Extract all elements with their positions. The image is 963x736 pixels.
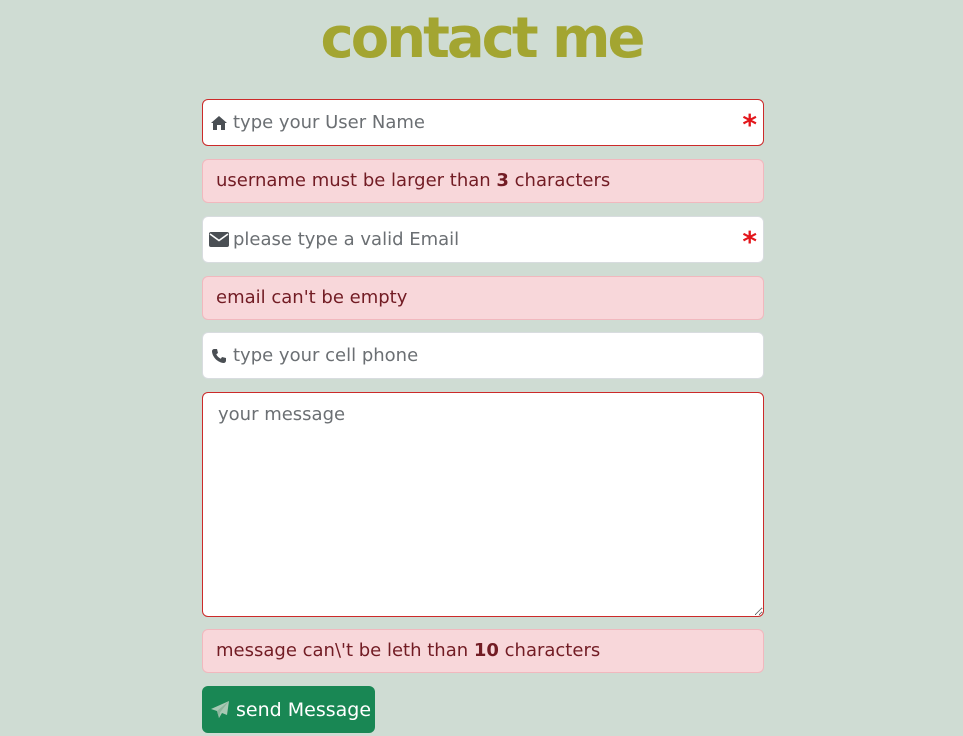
phone-field[interactable] bbox=[202, 332, 764, 379]
error-number: 10 bbox=[473, 640, 499, 661]
paper-plane-icon bbox=[210, 699, 232, 721]
email-field[interactable]: * bbox=[202, 216, 764, 263]
error-text: characters bbox=[498, 640, 601, 661]
username-error: username must be larger than 3 character… bbox=[202, 159, 764, 203]
required-indicator: * bbox=[742, 224, 757, 258]
home-icon bbox=[209, 113, 229, 133]
error-text: username must be larger than bbox=[216, 170, 497, 191]
email-input[interactable] bbox=[233, 217, 733, 262]
envelope-icon bbox=[209, 230, 229, 250]
page-title: contact me bbox=[320, 6, 646, 71]
username-field[interactable]: * bbox=[202, 99, 764, 146]
error-text: characters bbox=[508, 170, 611, 191]
error-number: 3 bbox=[496, 170, 509, 191]
error-text: message can\'t be leth than bbox=[216, 640, 474, 661]
send-message-button[interactable]: send Message bbox=[202, 686, 375, 733]
error-text: email can't be empty bbox=[216, 287, 408, 308]
required-indicator: * bbox=[742, 107, 757, 141]
phone-icon bbox=[209, 346, 229, 366]
email-error: email can't be empty bbox=[202, 276, 764, 320]
username-input[interactable] bbox=[233, 100, 733, 145]
message-error: message can\'t be leth than 10 character… bbox=[202, 629, 764, 673]
send-message-label: send Message bbox=[236, 698, 372, 721]
message-textarea[interactable] bbox=[202, 392, 764, 617]
phone-input[interactable] bbox=[233, 333, 733, 378]
